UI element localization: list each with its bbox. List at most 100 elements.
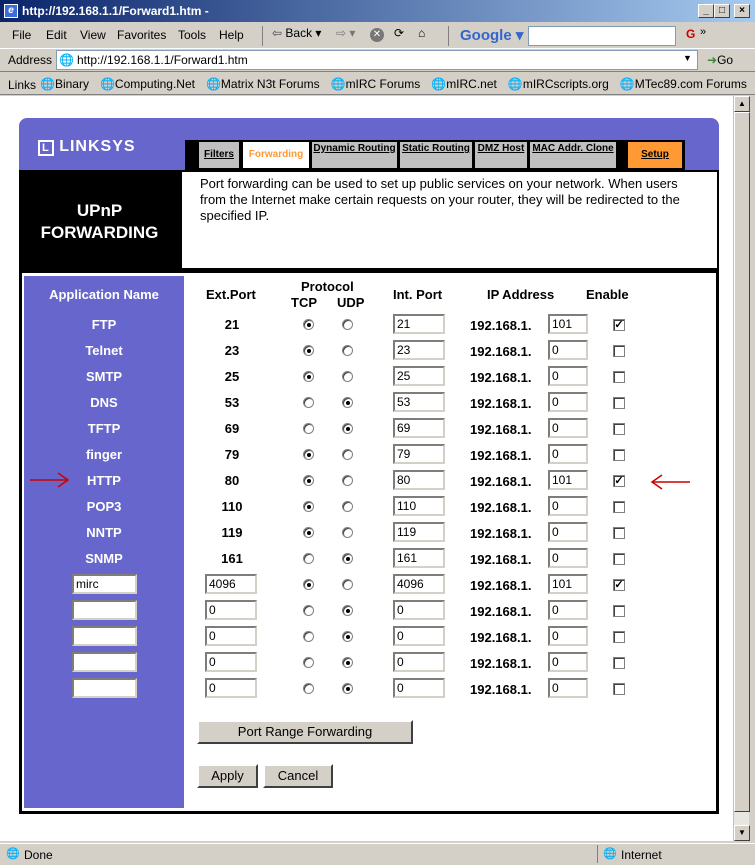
tcp-radio[interactable] bbox=[303, 605, 314, 616]
tab-dynamic-routing[interactable]: Dynamic Routing bbox=[312, 142, 397, 168]
menu-favorites[interactable]: Favorites bbox=[117, 28, 166, 42]
link-mirc-net[interactable]: 🌐mIRC.net bbox=[431, 77, 497, 91]
int-port-input[interactable]: 53 bbox=[393, 392, 445, 412]
enable-checkbox[interactable] bbox=[613, 501, 625, 513]
int-port-input[interactable]: 0 bbox=[393, 600, 445, 620]
tcp-radio[interactable] bbox=[303, 657, 314, 668]
app-name-input[interactable] bbox=[72, 678, 137, 698]
tab-mac-clone[interactable]: MAC Addr. Clone bbox=[530, 142, 616, 168]
link-computing-net[interactable]: 🌐Computing.Net bbox=[100, 77, 195, 91]
tab-filters[interactable]: Filters bbox=[199, 142, 239, 168]
menu-tools[interactable]: Tools bbox=[178, 28, 206, 42]
google-logo[interactable]: Google ▾ bbox=[460, 26, 523, 44]
menu-edit[interactable]: Edit bbox=[46, 28, 67, 42]
ip-suffix-input[interactable]: 0 bbox=[548, 522, 588, 542]
ip-suffix-input[interactable]: 0 bbox=[548, 626, 588, 646]
udp-radio[interactable] bbox=[342, 475, 353, 486]
minimize-button[interactable]: _ bbox=[698, 4, 714, 18]
int-port-input[interactable]: 110 bbox=[393, 496, 445, 516]
back-button[interactable]: ⇦ Back ▾ bbox=[272, 26, 321, 40]
ip-suffix-input[interactable]: 0 bbox=[548, 366, 588, 386]
enable-checkbox[interactable]: ✓ bbox=[613, 475, 625, 487]
tab-static-routing[interactable]: Static Routing bbox=[400, 142, 472, 168]
port-range-forwarding-button[interactable]: Port Range Forwarding bbox=[197, 720, 413, 744]
menu-help[interactable]: Help bbox=[219, 28, 244, 42]
link-mirc-forums[interactable]: 🌐mIRC Forums bbox=[331, 77, 421, 91]
ip-suffix-input[interactable]: 0 bbox=[548, 444, 588, 464]
enable-checkbox[interactable] bbox=[613, 449, 625, 461]
int-port-input[interactable]: 23 bbox=[393, 340, 445, 360]
enable-checkbox[interactable]: ✓ bbox=[613, 579, 625, 591]
enable-checkbox[interactable] bbox=[613, 371, 625, 383]
enable-checkbox[interactable]: ✓ bbox=[613, 319, 625, 331]
ip-suffix-input[interactable]: 0 bbox=[548, 392, 588, 412]
int-port-input[interactable]: 119 bbox=[393, 522, 445, 542]
tcp-radio[interactable] bbox=[303, 683, 314, 694]
apply-button[interactable]: Apply bbox=[197, 764, 258, 788]
tcp-radio[interactable] bbox=[303, 501, 314, 512]
vertical-scrollbar[interactable]: ▲ ▼ bbox=[733, 96, 750, 841]
enable-checkbox[interactable] bbox=[613, 553, 625, 565]
address-dropdown-icon[interactable]: ▼ bbox=[683, 53, 692, 63]
enable-checkbox[interactable] bbox=[613, 345, 625, 357]
forward-button[interactable]: ⇨ ▾ bbox=[336, 26, 355, 40]
tab-dmz-host[interactable]: DMZ Host bbox=[475, 142, 527, 168]
ip-suffix-input[interactable]: 0 bbox=[548, 496, 588, 516]
scroll-thumb[interactable] bbox=[734, 112, 750, 812]
udp-radio[interactable] bbox=[342, 501, 353, 512]
tab-forwarding[interactable]: Forwarding bbox=[243, 142, 309, 168]
tcp-radio[interactable] bbox=[303, 423, 314, 434]
int-port-input[interactable]: 161 bbox=[393, 548, 445, 568]
ext-port-input[interactable]: 0 bbox=[205, 652, 257, 672]
int-port-input[interactable]: 25 bbox=[393, 366, 445, 386]
int-port-input[interactable]: 79 bbox=[393, 444, 445, 464]
link-matrix-n3t[interactable]: 🌐Matrix N3t Forums bbox=[206, 77, 320, 91]
enable-checkbox[interactable] bbox=[613, 605, 625, 617]
tcp-radio[interactable] bbox=[303, 527, 314, 538]
tcp-radio[interactable] bbox=[303, 371, 314, 382]
cancel-button[interactable]: Cancel bbox=[263, 764, 333, 788]
tcp-radio[interactable] bbox=[303, 397, 314, 408]
udp-radio[interactable] bbox=[342, 371, 353, 382]
enable-checkbox[interactable] bbox=[613, 657, 625, 669]
ip-suffix-input[interactable]: 101 bbox=[548, 574, 588, 594]
enable-checkbox[interactable] bbox=[613, 683, 625, 695]
int-port-input[interactable]: 0 bbox=[393, 678, 445, 698]
ip-suffix-input[interactable]: 0 bbox=[548, 418, 588, 438]
enable-checkbox[interactable] bbox=[613, 631, 625, 643]
google-search-icon[interactable]: G bbox=[686, 27, 695, 41]
ip-suffix-input[interactable]: 0 bbox=[548, 600, 588, 620]
ext-port-input[interactable]: 4096 bbox=[205, 574, 257, 594]
ip-suffix-input[interactable]: 0 bbox=[548, 678, 588, 698]
ext-port-input[interactable]: 0 bbox=[205, 600, 257, 620]
tcp-radio[interactable] bbox=[303, 631, 314, 642]
ip-suffix-input[interactable]: 101 bbox=[548, 314, 588, 334]
ip-suffix-input[interactable]: 0 bbox=[548, 340, 588, 360]
tcp-radio[interactable] bbox=[303, 319, 314, 330]
ext-port-input[interactable]: 0 bbox=[205, 626, 257, 646]
int-port-input[interactable]: 0 bbox=[393, 626, 445, 646]
link-mircscripts[interactable]: 🌐mIRCscripts.org bbox=[508, 77, 609, 91]
home-button[interactable]: ⌂ bbox=[418, 26, 425, 40]
ip-suffix-input[interactable]: 0 bbox=[548, 652, 588, 672]
udp-radio[interactable] bbox=[342, 683, 353, 694]
scroll-down-icon[interactable]: ▼ bbox=[734, 825, 750, 841]
app-name-input[interactable]: mirc bbox=[72, 574, 137, 594]
toolbar-overflow-icon[interactable]: » bbox=[700, 26, 706, 38]
udp-radio[interactable] bbox=[342, 657, 353, 668]
close-button[interactable]: × bbox=[734, 4, 750, 18]
udp-radio[interactable] bbox=[342, 345, 353, 356]
maximize-button[interactable]: □ bbox=[714, 4, 730, 18]
app-name-input[interactable] bbox=[72, 626, 137, 646]
udp-radio[interactable] bbox=[342, 631, 353, 642]
int-port-input[interactable]: 80 bbox=[393, 470, 445, 490]
go-button[interactable]: ➜Go bbox=[707, 53, 733, 67]
udp-radio[interactable] bbox=[342, 605, 353, 616]
udp-radio[interactable] bbox=[342, 579, 353, 590]
ext-port-input[interactable]: 0 bbox=[205, 678, 257, 698]
link-mtec89[interactable]: 🌐MTec89.com Forums bbox=[620, 77, 747, 91]
google-search-input[interactable] bbox=[528, 26, 676, 46]
stop-button[interactable]: ✕ bbox=[370, 26, 384, 42]
ip-suffix-input[interactable]: 0 bbox=[548, 548, 588, 568]
address-input[interactable]: 🌐 http://192.168.1.1/Forward1.htm ▼ bbox=[56, 50, 698, 70]
